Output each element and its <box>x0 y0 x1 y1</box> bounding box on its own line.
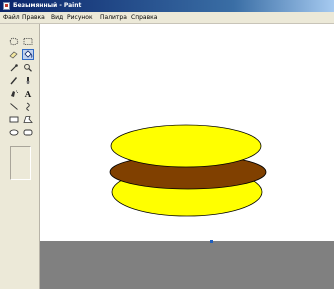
rectangle-icon <box>9 116 19 123</box>
magnifier-icon <box>24 63 32 72</box>
free-select-tool[interactable] <box>8 36 20 47</box>
menu-image[interactable]: Рисунок <box>67 13 93 23</box>
tool-options-box[interactable] <box>10 146 31 180</box>
free-select-icon <box>9 37 19 46</box>
top-yellow-ellipse <box>110 124 262 168</box>
eraser-tool[interactable] <box>8 49 20 60</box>
fill-icon <box>24 50 33 58</box>
airbrush-tool[interactable] <box>8 88 20 99</box>
rounded-rectangle-icon <box>23 129 33 136</box>
text-tool[interactable]: A <box>22 88 34 99</box>
paint-app-icon <box>3 2 10 10</box>
polygon-icon <box>23 116 33 123</box>
curve-icon <box>26 102 30 111</box>
fill-tool[interactable] <box>22 49 34 60</box>
rectangle-tool[interactable] <box>8 114 20 125</box>
eraser-icon <box>9 51 18 59</box>
line-tool[interactable] <box>8 101 20 112</box>
drawing-canvas[interactable] <box>40 24 334 241</box>
line-icon <box>10 103 18 110</box>
canvas-resize-handle[interactable] <box>210 240 213 243</box>
menu-edit[interactable]: Правка <box>22 13 45 23</box>
toolbox: A <box>0 24 40 289</box>
title-bar: Безымянный - Paint <box>0 0 334 12</box>
menu-colors[interactable]: Палитра <box>100 13 127 23</box>
menu-view[interactable]: Вид <box>51 13 63 23</box>
pencil-tool[interactable] <box>8 75 20 86</box>
tool-grid: A <box>8 36 36 140</box>
color-picker-icon <box>10 64 18 72</box>
menu-help[interactable]: Справка <box>131 13 157 23</box>
window-title: Безымянный - Paint <box>13 2 82 9</box>
ellipse-tool[interactable] <box>8 127 20 138</box>
canvas-drawing <box>109 124 267 217</box>
magnifier-tool[interactable] <box>22 62 34 73</box>
menu-bar: Файл Правка Вид Рисунок Палитра Справка <box>0 12 334 24</box>
pencil-icon <box>10 77 18 85</box>
polygon-tool[interactable] <box>22 114 34 125</box>
rect-select-icon <box>23 38 33 45</box>
ellipse-icon <box>9 129 19 136</box>
rect-select-tool[interactable] <box>22 36 34 47</box>
text-icon: A <box>24 88 32 99</box>
menu-file[interactable]: Файл <box>3 13 20 23</box>
color-picker-tool[interactable] <box>8 62 20 73</box>
rounded-rectangle-tool[interactable] <box>22 127 34 138</box>
brush-icon <box>26 77 30 84</box>
curve-tool[interactable] <box>22 101 34 112</box>
airbrush-icon <box>11 90 18 97</box>
workspace <box>40 24 334 289</box>
brush-tool[interactable] <box>22 75 34 86</box>
